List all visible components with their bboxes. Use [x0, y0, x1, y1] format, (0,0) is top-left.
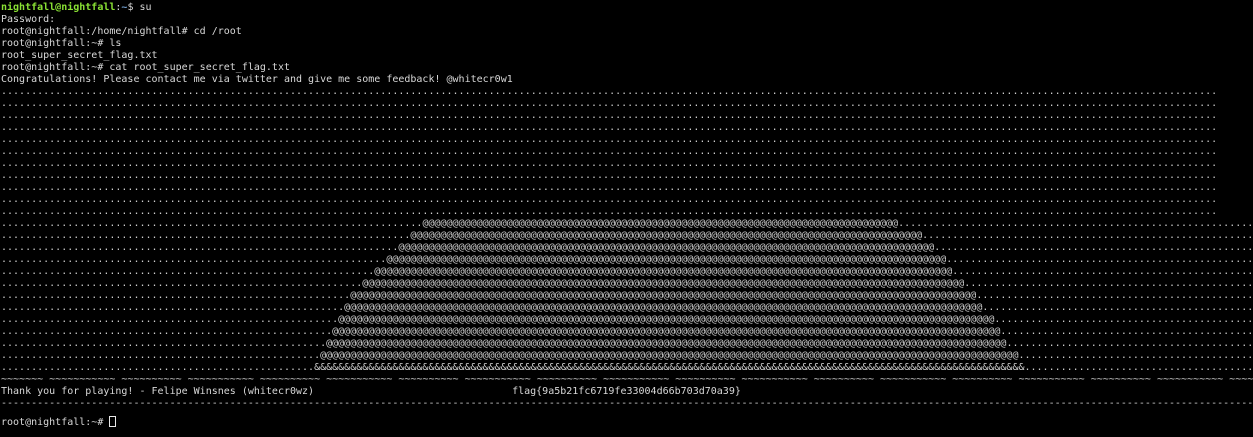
- dome-trail: ........................................…: [1006, 338, 1253, 349]
- flag-value: flag{9a5b21fc6719fe33004d66b703d70a39}: [512, 386, 741, 397]
- ascii-wave-row: ~~~~~~~ ~~~~~~~~~~~ ~~~~~~~~~~ ~~~~~~~~~…: [1, 374, 1253, 385]
- dome-lead: ........................................…: [1, 242, 393, 253]
- dome-fill: .@@@@@@@@@@@@@@@@@@@@@@@@@@@@@@@@@@@@@@@…: [416, 218, 899, 229]
- thanks-flag-line: Thank you for playing! - Felipe Winsnes …: [1, 386, 1253, 398]
- command-su: su: [139, 2, 152, 13]
- ascii-dots-row: ........................................…: [1, 86, 1218, 97]
- ascii-dots-row: ........................................…: [1, 158, 1218, 169]
- command-ls: root@nightfall:~# ls: [1, 38, 122, 49]
- dome-lead: ........................................…: [1, 314, 333, 325]
- ascii-dome-row: ........................................…: [1, 290, 1253, 302]
- final-prompt: root@nightfall:~#: [1, 417, 110, 428]
- ascii-dome-row: ........................................…: [1, 230, 1253, 242]
- dome-lead: ........................................…: [1, 338, 321, 349]
- dome-fill: .@@@@@@@@@@@@@@@@@@@@@@@@@@@@@@@@@@@@@@@…: [404, 230, 923, 241]
- dome-fill: .@@@@@@@@@@@@@@@@@@@@@@@@@@@@@@@@@@@@@@@…: [344, 290, 977, 301]
- dome-lead: ........................................…: [1, 278, 357, 289]
- ascii-dome-row: ........................................…: [1, 350, 1253, 362]
- ascii-dots-row: ........................................…: [1, 182, 1218, 193]
- text-cursor-icon[interactable]: [109, 416, 117, 427]
- dome-fill: .&&&&&&&&&&&&&&&&&&&&&&&&&&&&&&&&&&&&&&&…: [308, 362, 1025, 373]
- dome-trail: ........................................…: [922, 230, 1253, 241]
- ascii-dots-row: ........................................…: [1, 122, 1218, 133]
- prompt-user-host: nightfall@nightfall: [1, 2, 116, 13]
- ascii-dome-row: ........................................…: [1, 302, 1253, 314]
- dome-lead: ........................................…: [1, 362, 309, 373]
- ascii-dome-row: ........................................…: [1, 326, 1253, 338]
- dome-fill: .@@@@@@@@@@@@@@@@@@@@@@@@@@@@@@@@@@@@@@@…: [368, 266, 953, 277]
- ascii-dots-row: ........................................…: [1, 194, 1218, 205]
- final-prompt-line[interactable]: root@nightfall:~#: [1, 416, 1253, 428]
- dome-lead: ........................................…: [1, 230, 405, 241]
- dome-lead: ........................................…: [1, 290, 345, 301]
- ascii-dots-row: ........................................…: [1, 98, 1218, 109]
- terminal-output: nightfall@nightfall:~$ su Password: root…: [1, 2, 1253, 428]
- ascii-dots-row: ........................................…: [1, 170, 1218, 181]
- dome-lead: ........................................…: [1, 266, 369, 277]
- prompt-line-su: nightfall@nightfall:~$ su: [1, 2, 1253, 14]
- dome-trail: ........................................…: [1000, 326, 1253, 337]
- ascii-dome-row: ........................................…: [1, 218, 1253, 230]
- dome-trail: ........................................…: [976, 290, 1253, 301]
- dome-lead: ........................................…: [1, 350, 315, 361]
- ascii-dome-row: ........................................…: [1, 278, 1253, 290]
- dome-lead: ........................................…: [1, 302, 339, 313]
- dome-trail: ........................................…: [994, 314, 1253, 325]
- ascii-dome-row: ........................................…: [1, 314, 1253, 326]
- command-cd-root: root@nightfall:/home/nightfall# cd /root: [1, 26, 242, 37]
- command-cat-flag: root@nightfall:~# cat root_super_secret_…: [1, 62, 290, 73]
- ascii-dome-row: ........................................…: [1, 242, 1253, 254]
- ascii-dome-base-row: ........................................…: [1, 362, 1253, 374]
- ascii-dome-row: ........................................…: [1, 254, 1253, 266]
- dome-fill: .@@@@@@@@@@@@@@@@@@@@@@@@@@@@@@@@@@@@@@@…: [380, 254, 947, 265]
- dome-fill: .@@@@@@@@@@@@@@@@@@@@@@@@@@@@@@@@@@@@@@@…: [392, 242, 935, 253]
- dome-fill: .@@@@@@@@@@@@@@@@@@@@@@@@@@@@@@@@@@@@@@@…: [326, 326, 1001, 337]
- ascii-dome-row: ........................................…: [1, 338, 1253, 350]
- prompt-symbol: $: [127, 2, 140, 13]
- dome-trail: ........................................…: [1018, 350, 1253, 361]
- dome-trail: ........................................…: [952, 266, 1253, 277]
- dome-fill: .@@@@@@@@@@@@@@@@@@@@@@@@@@@@@@@@@@@@@@@…: [332, 314, 995, 325]
- ls-output: root_super_secret_flag.txt: [1, 50, 158, 61]
- dome-trail: ........................................…: [982, 302, 1253, 313]
- dome-fill: .@@@@@@@@@@@@@@@@@@@@@@@@@@@@@@@@@@@@@@@…: [338, 302, 983, 313]
- dome-fill: .@@@@@@@@@@@@@@@@@@@@@@@@@@@@@@@@@@@@@@@…: [314, 350, 1019, 361]
- ascii-dome-row: ........................................…: [1, 266, 1253, 278]
- dome-trail: ........................................…: [898, 218, 1253, 229]
- dome-trail: ........................................…: [1024, 362, 1253, 373]
- password-label: Password:: [1, 14, 56, 25]
- dome-lead: ........................................…: [1, 218, 417, 229]
- ascii-dots-row: ........................................…: [1, 206, 1218, 217]
- dome-trail: ........................................…: [946, 254, 1253, 265]
- dome-trail: ........................................…: [934, 242, 1253, 253]
- thanks-message: Thank you for playing! - Felipe Winsnes …: [1, 386, 315, 397]
- ascii-dots-row: ........................................…: [1, 110, 1218, 121]
- dome-lead: ........................................…: [1, 254, 381, 265]
- terminal-window[interactable]: nightfall@nightfall:~$ su Password: root…: [0, 0, 1253, 437]
- ascii-dots-row: ........................................…: [1, 146, 1218, 157]
- ascii-dots-row: ........................................…: [1, 134, 1218, 145]
- dome-lead: ........................................…: [1, 326, 327, 337]
- congrats-message: Congratulations! Please contact me via t…: [1, 74, 513, 85]
- dome-trail: ........................................…: [964, 278, 1253, 289]
- dome-fill: .@@@@@@@@@@@@@@@@@@@@@@@@@@@@@@@@@@@@@@@…: [320, 338, 1007, 349]
- dome-fill: .@@@@@@@@@@@@@@@@@@@@@@@@@@@@@@@@@@@@@@@…: [356, 278, 965, 289]
- ascii-dash-row: ----------------------------------------…: [1, 398, 1253, 409]
